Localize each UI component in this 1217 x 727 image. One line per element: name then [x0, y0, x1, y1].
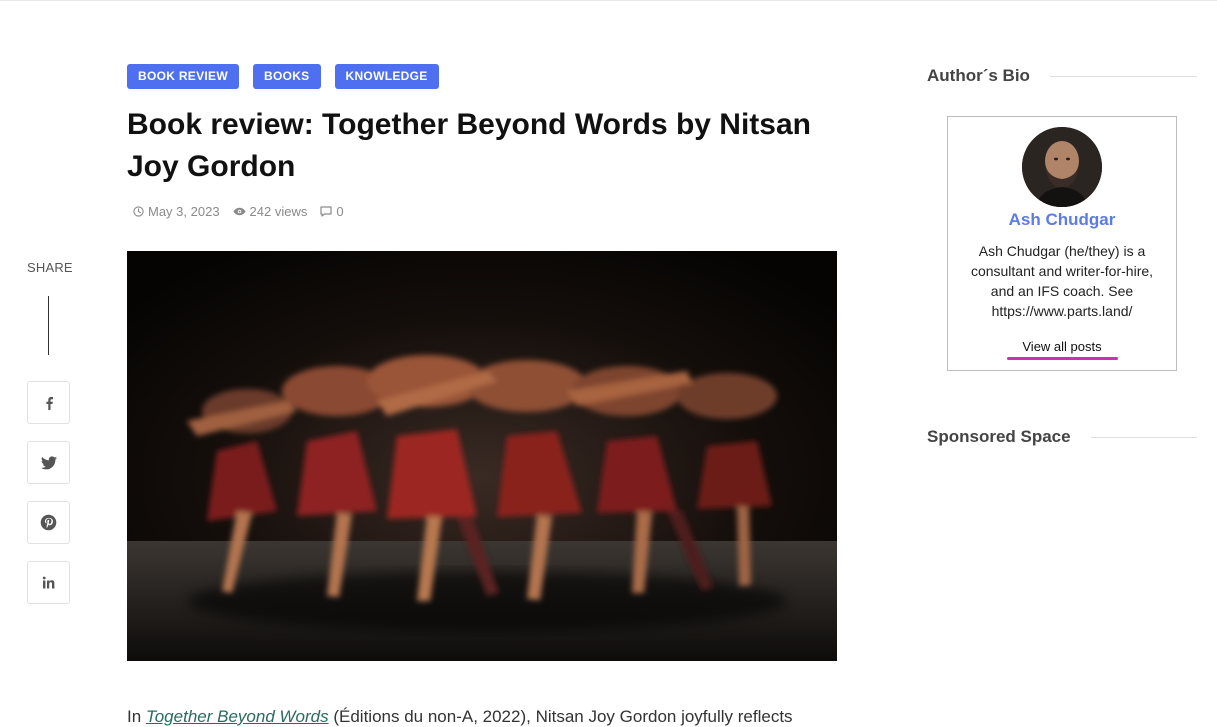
avatar-image [1022, 127, 1102, 207]
share-facebook-button[interactable] [27, 381, 70, 424]
views-text: 242 views [249, 204, 308, 219]
dancers-image [127, 251, 837, 661]
article-date: May 3, 2023 [133, 204, 220, 219]
article-intro: In Together Beyond Words (Éditions du no… [127, 707, 847, 727]
author-bio-card: Ash Chudgar Ash Chudgar (he/they) is a c… [947, 116, 1177, 371]
clock-icon [133, 206, 144, 217]
category-tags: BOOK REVIEW BOOKS KNOWLEDGE [127, 64, 439, 89]
date-text: May 3, 2023 [148, 204, 220, 219]
tag-knowledge[interactable]: KNOWLEDGE [334, 64, 439, 89]
eye-icon [233, 207, 246, 216]
linkedin-icon [42, 576, 54, 588]
article-hero-image [127, 251, 837, 661]
sponsored-title: Sponsored Space [927, 427, 1071, 446]
intro-suffix: (Éditions du non-A, 2022), Nitsan Joy Go… [328, 707, 793, 726]
author-bio-text: Ash Chudgar (he/they) is a consultant an… [970, 243, 1154, 319]
tag-book-review[interactable]: BOOK REVIEW [127, 64, 239, 89]
twitter-icon [40, 455, 57, 469]
view-all-posts-link[interactable]: View all posts [948, 339, 1176, 354]
facebook-icon [45, 396, 53, 410]
sponsored-widget-header: Sponsored Space [927, 427, 1197, 447]
pinterest-icon [40, 514, 57, 531]
share-label: SHARE [27, 260, 73, 275]
header-rule [1049, 75, 1197, 77]
article-title: Book review: Together Beyond Words by Ni… [127, 108, 811, 183]
header-rule [1090, 436, 1197, 438]
comment-icon [320, 206, 332, 217]
share-twitter-button[interactable] [27, 441, 70, 484]
comments-link[interactable]: 0 [320, 204, 344, 219]
author-bio-title: Author´s Bio [927, 66, 1030, 85]
share-linkedin-button[interactable] [27, 561, 70, 604]
author-bio-widget-header: Author´s Bio [927, 66, 1197, 86]
tag-books[interactable]: BOOKS [252, 64, 321, 89]
intro-prefix: In [127, 707, 146, 726]
share-pinterest-button[interactable] [27, 501, 70, 544]
article-views: 242 views [233, 204, 308, 219]
share-divider [48, 296, 49, 355]
author-avatar[interactable] [1022, 127, 1102, 207]
top-divider [0, 0, 1217, 1]
link-underline [1007, 357, 1118, 360]
comments-count: 0 [336, 204, 344, 219]
author-name-link[interactable]: Ash Chudgar [948, 210, 1176, 230]
book-title-link[interactable]: Together Beyond Words [146, 707, 329, 726]
article-meta: May 3, 2023 242 views 0 [133, 204, 357, 219]
